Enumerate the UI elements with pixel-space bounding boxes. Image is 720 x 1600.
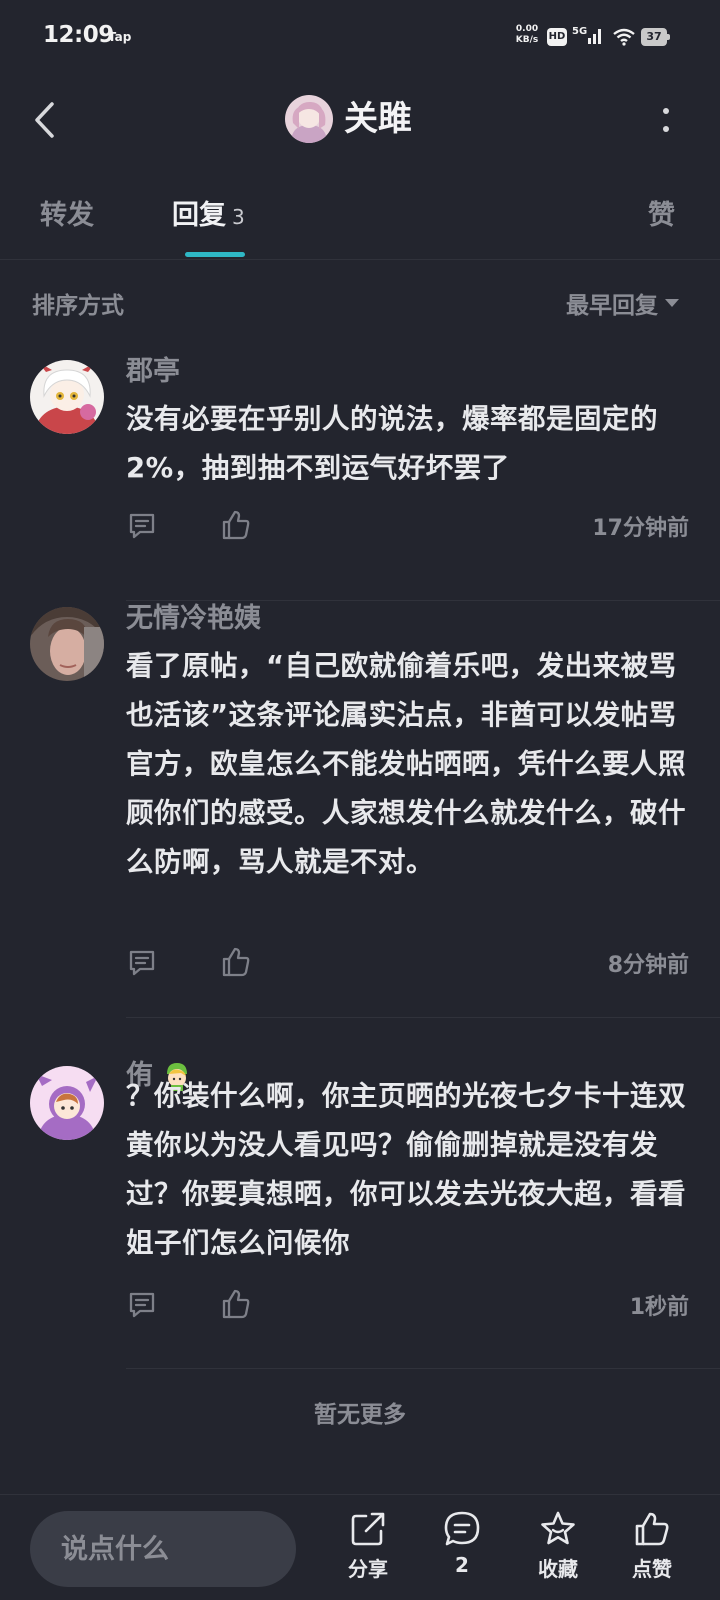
status-bar: 12:09 Tap 0.00 KB/s HD 5G 37 bbox=[0, 0, 720, 76]
share-button[interactable]: 分享 bbox=[328, 1509, 408, 1593]
collect-label: 收藏 bbox=[538, 1557, 578, 1581]
reply-button[interactable] bbox=[126, 947, 158, 979]
avatar[interactable] bbox=[30, 360, 104, 434]
comment-input[interactable] bbox=[30, 1511, 296, 1587]
sort-dropdown[interactable]: 最早回复 bbox=[566, 286, 680, 320]
comment-text: 没有必要在乎别人的说法，爆率都是固定的2%，抽到抽不到运气好坏罢了 bbox=[126, 403, 658, 484]
thumbs-up-icon bbox=[222, 510, 250, 540]
like-label: 点赞 bbox=[632, 1557, 672, 1581]
comment-text: 看了原帖，“自己欧就偷着乐吧，发出来被骂也活该”这条评论属实沾点，非酋可以发帖骂… bbox=[126, 650, 686, 878]
like-button[interactable] bbox=[220, 508, 252, 542]
comment-author[interactable]: 无情冷艳姨 bbox=[126, 601, 261, 637]
comment-actions: 1秒前 bbox=[126, 1289, 689, 1329]
share-icon bbox=[351, 1512, 385, 1546]
collect-button[interactable]: 收藏 bbox=[518, 1509, 598, 1593]
signal-icon: 5G bbox=[572, 24, 604, 50]
page-title: 关雎 bbox=[344, 99, 412, 139]
comment-actions: 17分钟前 bbox=[126, 510, 689, 550]
network-speed: 0.00 KB/s bbox=[512, 24, 542, 46]
thumbs-up-icon bbox=[222, 1289, 250, 1319]
share-label: 分享 bbox=[348, 1557, 388, 1581]
comment-icon bbox=[129, 513, 155, 539]
reply-button[interactable] bbox=[126, 1289, 158, 1321]
thumbs-up-icon bbox=[635, 1512, 669, 1546]
avatar[interactable] bbox=[30, 1066, 104, 1140]
comment-time: 1秒前 bbox=[629, 1295, 689, 1320]
tab-reply-label: 回复 bbox=[172, 200, 226, 231]
tab-reply[interactable]: 回复 3 bbox=[172, 196, 245, 237]
comment-icon bbox=[129, 950, 155, 976]
comment-time: 17分钟前 bbox=[592, 516, 689, 541]
divider bbox=[126, 1017, 720, 1018]
tab-reply-count: 3 bbox=[232, 205, 245, 229]
sort-value: 最早回复 bbox=[566, 293, 658, 319]
avatar[interactable] bbox=[30, 607, 104, 681]
network-speed-unit: KB/s bbox=[515, 35, 539, 45]
like-button[interactable] bbox=[220, 1287, 252, 1321]
bottom-bar: 分享 2 收藏 点赞 bbox=[0, 1494, 720, 1600]
hd-badge: HD bbox=[547, 28, 567, 46]
reply-button[interactable] bbox=[126, 510, 158, 542]
tab-forward[interactable]: 转发 bbox=[40, 196, 94, 236]
comment-icon bbox=[129, 1292, 155, 1318]
sort-label: 排序方式 bbox=[32, 293, 124, 319]
tab-bar: 转发 回复 3 赞 bbox=[0, 180, 720, 260]
more-options-button[interactable] bbox=[648, 98, 684, 142]
header: 关雎 bbox=[0, 76, 720, 166]
battery-indicator: 37 bbox=[641, 28, 670, 46]
tab-active-indicator bbox=[185, 252, 245, 257]
author-avatar[interactable] bbox=[285, 95, 333, 143]
more-vertical-icon bbox=[663, 108, 669, 132]
signal-label: 5G bbox=[572, 26, 587, 37]
star-icon bbox=[541, 1511, 575, 1545]
comment-text: ？你装什么啊，你主页晒的光夜七夕卡十连双黄你以为没人看见吗？偷偷删掉就是没有发过… bbox=[126, 1080, 686, 1259]
chevron-left-icon bbox=[35, 102, 54, 138]
comment-actions: 8分钟前 bbox=[126, 947, 689, 987]
network-speed-value: 0.00 bbox=[515, 24, 539, 34]
comment-author[interactable]: 郡亭 bbox=[126, 354, 180, 390]
like-post-button[interactable]: 点赞 bbox=[612, 1509, 692, 1593]
back-button[interactable] bbox=[26, 98, 62, 142]
comment-time: 8分钟前 bbox=[607, 953, 689, 978]
thumbs-up-icon bbox=[222, 947, 250, 977]
sort-row: 排序方式 最早回复 bbox=[0, 280, 720, 324]
end-of-list-text: 暂无更多 bbox=[314, 1402, 406, 1428]
status-time: 12:09 bbox=[43, 22, 114, 48]
caret-down-icon bbox=[665, 299, 679, 307]
comment-count: 2 bbox=[455, 1553, 469, 1577]
wifi-icon bbox=[612, 28, 636, 50]
status-app-indicator: Tap bbox=[108, 30, 132, 44]
tab-like[interactable]: 赞 bbox=[648, 196, 675, 236]
comment-bubble-icon bbox=[444, 1511, 480, 1546]
like-button[interactable] bbox=[220, 945, 252, 979]
divider bbox=[126, 1368, 720, 1369]
comment-count-button[interactable]: 2 bbox=[422, 1509, 502, 1593]
